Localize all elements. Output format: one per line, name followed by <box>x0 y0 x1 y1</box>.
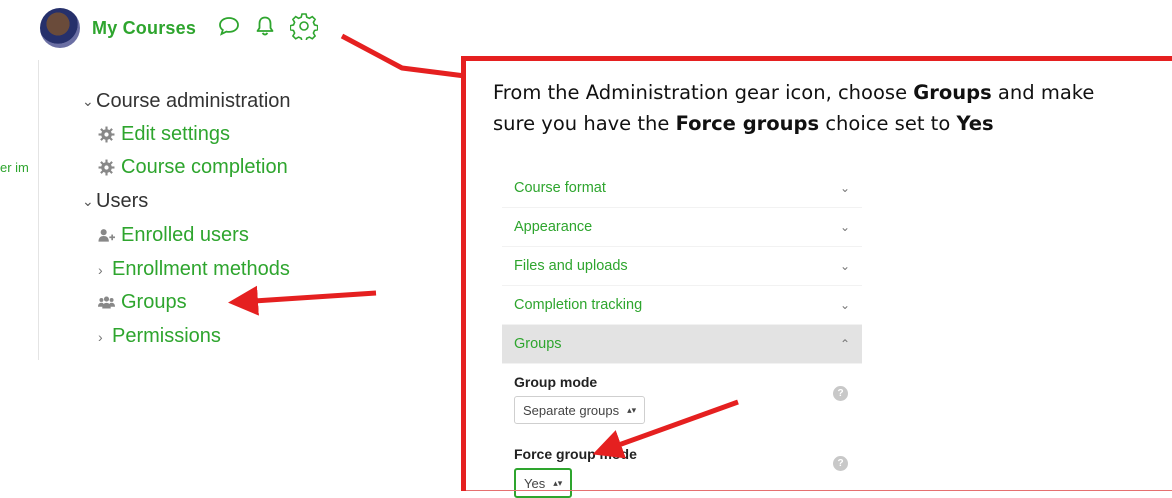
gear-connector-line <box>340 33 466 79</box>
force-group-pointer-arrow <box>592 399 739 459</box>
groups-pointer-arrow <box>228 285 377 316</box>
annotation-overlay <box>228 33 739 459</box>
